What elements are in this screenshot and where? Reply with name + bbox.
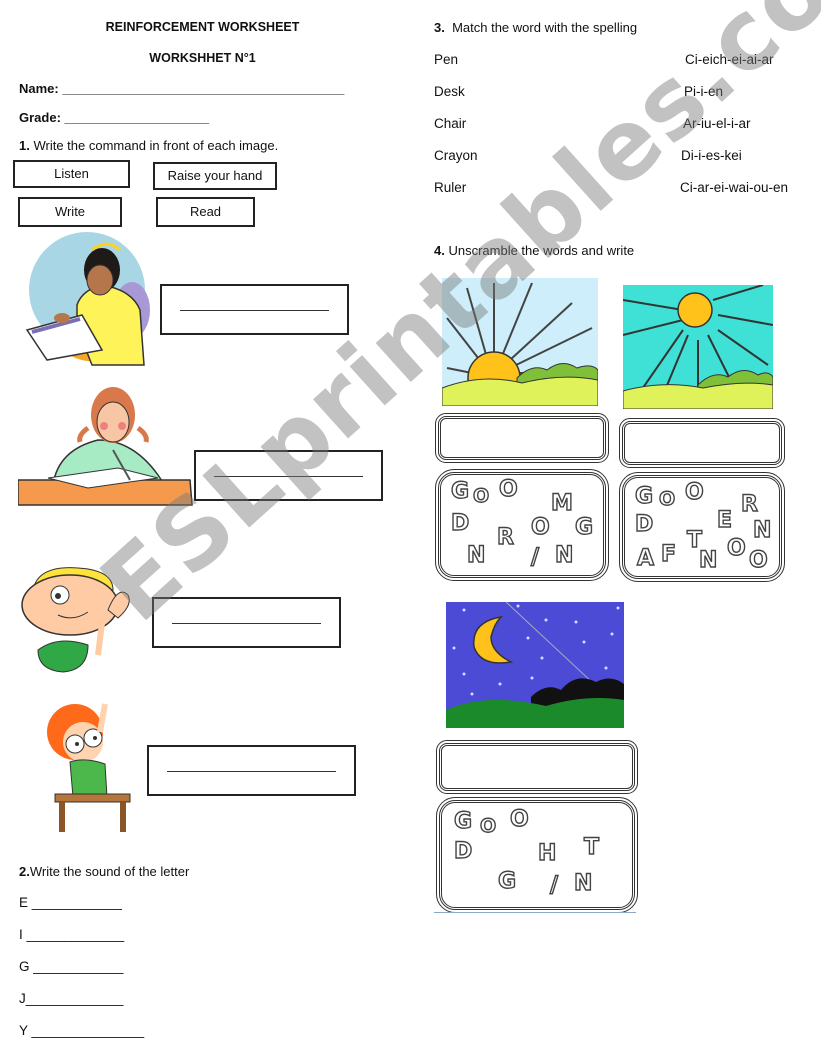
scrambled-letter: N bbox=[698, 547, 718, 573]
worksheet-subtitle: WORKSHHET N°1 bbox=[149, 51, 256, 65]
scrambled-letters-box-3: G O O D H T G / N bbox=[436, 797, 638, 913]
match-spelling[interactable]: Di-i-es-kei bbox=[681, 148, 742, 163]
match-spelling[interactable]: Ar-iu-el-i-ar bbox=[683, 116, 751, 131]
letter-answer-line[interactable]: _____________ bbox=[26, 991, 124, 1006]
letter-answer-line[interactable]: ____________ bbox=[33, 959, 123, 974]
scrambled-letter: G bbox=[497, 868, 517, 894]
night-moon-scene-image bbox=[446, 602, 624, 728]
scrambled-letter: O bbox=[726, 535, 746, 561]
scrambled-letter: D bbox=[450, 510, 470, 536]
section2-heading: 2.Write the sound of the letter bbox=[19, 864, 189, 879]
answer-box-3[interactable] bbox=[152, 597, 341, 648]
section3-instruction: Match the word with the spelling bbox=[452, 20, 638, 35]
scrambled-letter: O bbox=[684, 479, 704, 505]
scrambled-letter: M bbox=[550, 490, 573, 516]
match-spelling[interactable]: Ci-eich-ei-ai-ar bbox=[685, 52, 774, 67]
scrambled-letter: F bbox=[660, 541, 677, 567]
section2-number: 2. bbox=[19, 864, 30, 879]
scrambled-letter: R bbox=[496, 524, 514, 550]
answer-box-2[interactable] bbox=[194, 450, 383, 501]
unscramble-answer-box-2[interactable] bbox=[619, 418, 785, 468]
scrambled-letter: G bbox=[574, 514, 594, 540]
answer-box-1[interactable] bbox=[160, 284, 349, 335]
scrambled-letter: O bbox=[658, 487, 676, 510]
match-word[interactable]: Crayon bbox=[434, 148, 478, 163]
sunrise-scene-image bbox=[442, 278, 598, 406]
scrambled-letter: N bbox=[752, 517, 772, 543]
scrambled-letter: / bbox=[530, 544, 540, 570]
letter-answer-line[interactable]: _______________ bbox=[32, 1023, 145, 1038]
boy-listening-image bbox=[21, 567, 130, 673]
command-read: Read bbox=[156, 197, 255, 227]
section4-instruction: Unscramble the words and write bbox=[448, 243, 635, 258]
command-write: Write bbox=[18, 197, 122, 227]
grade-label: Grade: bbox=[19, 110, 61, 125]
match-spelling[interactable]: Pi-i-en bbox=[684, 84, 723, 99]
name-line[interactable]: _______________________________________ bbox=[62, 81, 344, 96]
letter-answer-line[interactable]: ____________ bbox=[32, 895, 122, 910]
letter-label: J bbox=[19, 991, 26, 1006]
scrambled-letter: D bbox=[453, 838, 473, 864]
letter-answer-line[interactable]: _____________ bbox=[27, 927, 125, 942]
scrambled-letter: O bbox=[498, 476, 518, 502]
scrambled-letter: G bbox=[634, 483, 654, 509]
scrambled-letter: O bbox=[748, 547, 768, 573]
letter-row: J_____________ bbox=[19, 991, 123, 1006]
section3-heading: 3. Match the word with the spelling bbox=[434, 20, 637, 35]
letter-label: G bbox=[19, 959, 30, 974]
girl-writing-image bbox=[18, 387, 193, 506]
scrambled-letters-box-1: G O O M D R O G N / N bbox=[435, 469, 609, 581]
scrambled-letters-box-2: G O O R D E N T A F N O O bbox=[619, 472, 785, 582]
name-label: Name: bbox=[19, 81, 59, 96]
scrambled-letter: H bbox=[537, 840, 557, 866]
section1-number: 1. bbox=[19, 138, 30, 153]
letter-row: G ____________ bbox=[19, 959, 123, 974]
match-word[interactable]: Pen bbox=[434, 52, 458, 67]
girl-reading-image bbox=[25, 232, 150, 366]
section1-heading: 1. Write the command in front of each im… bbox=[19, 138, 278, 153]
scrambled-letter: O bbox=[479, 814, 497, 837]
command-raise-hand: Raise your hand bbox=[153, 162, 277, 190]
section4-heading: 4. Unscramble the words and write bbox=[434, 243, 634, 258]
section4-number: 4. bbox=[434, 243, 445, 258]
match-word[interactable]: Ruler bbox=[434, 180, 466, 195]
letter-label: I bbox=[19, 927, 23, 942]
scrambled-letter: G bbox=[453, 808, 473, 834]
letter-row: I _____________ bbox=[19, 927, 124, 942]
scrambled-letter: O bbox=[472, 484, 490, 507]
section3-number: 3. bbox=[434, 20, 445, 35]
match-word[interactable]: Desk bbox=[434, 84, 465, 99]
worksheet-title: REINFORCEMENT WORKSHEET bbox=[105, 20, 300, 34]
name-row: Name: __________________________________… bbox=[19, 81, 344, 96]
match-word[interactable]: Chair bbox=[434, 116, 466, 131]
letter-row: E ____________ bbox=[19, 895, 122, 910]
unscramble-answer-box-1[interactable] bbox=[435, 413, 609, 463]
scrambled-letter: T bbox=[583, 834, 600, 860]
scrambled-letter: E bbox=[716, 507, 733, 533]
page-divider bbox=[434, 912, 636, 913]
scrambled-letter: O bbox=[530, 514, 550, 540]
letter-label: Y bbox=[19, 1023, 28, 1038]
scrambled-letter: N bbox=[573, 870, 593, 896]
letter-label: E bbox=[19, 895, 29, 910]
letter-row: Y _______________ bbox=[19, 1023, 144, 1038]
answer-box-4[interactable] bbox=[147, 745, 356, 796]
match-spelling[interactable]: Ci-ar-ei-wai-ou-en bbox=[680, 180, 788, 195]
afternoon-sun-scene-image bbox=[623, 285, 773, 409]
command-listen: Listen bbox=[13, 160, 130, 188]
scrambled-letter: A bbox=[636, 545, 655, 571]
section2-instruction: Write the sound of the letter bbox=[29, 864, 190, 879]
scrambled-letter: D bbox=[634, 511, 654, 537]
scrambled-letter: R bbox=[740, 491, 758, 517]
scrambled-letter: O bbox=[509, 806, 529, 832]
boy-raising-hand-image bbox=[47, 703, 131, 832]
scrambled-letter: / bbox=[549, 872, 559, 898]
grade-line[interactable]: ____________________ bbox=[65, 110, 210, 125]
grade-row: Grade: ____________________ bbox=[19, 110, 209, 125]
section1-instruction: Write the command in front of each image… bbox=[33, 138, 279, 153]
scrambled-letter: G bbox=[450, 478, 470, 504]
unscramble-answer-box-3[interactable] bbox=[436, 740, 638, 794]
scrambled-letter: N bbox=[554, 542, 574, 568]
scrambled-letter: N bbox=[466, 542, 486, 568]
